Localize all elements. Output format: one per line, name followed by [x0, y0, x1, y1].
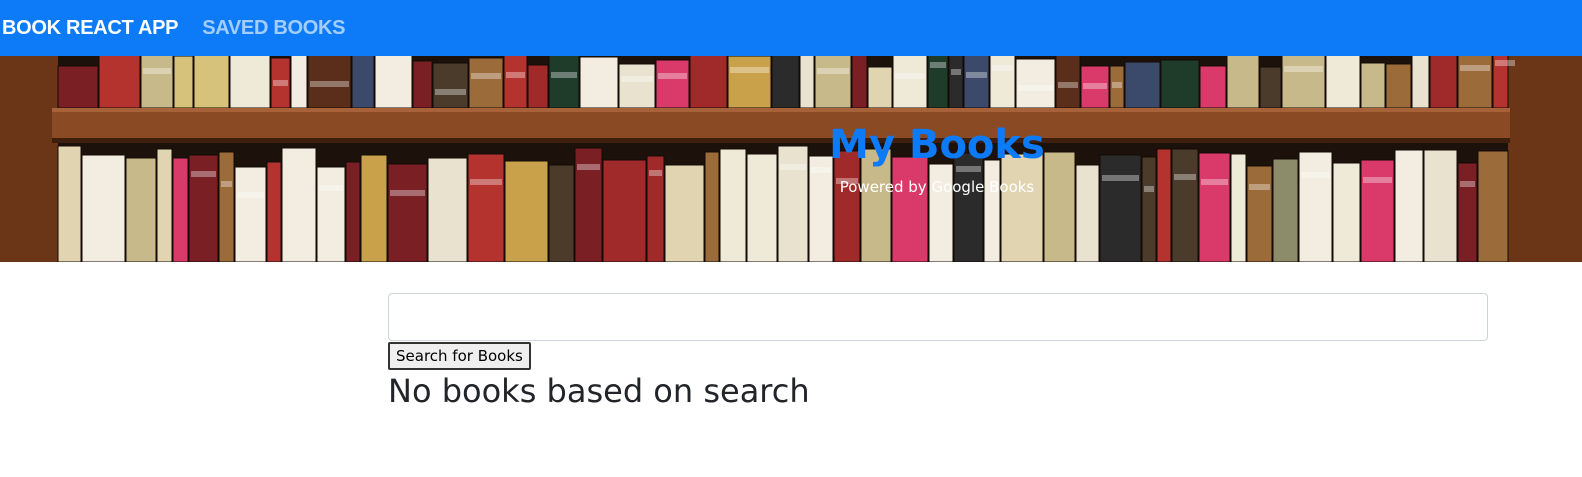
- saved-books-link[interactable]: SAVED BOOKS: [202, 17, 345, 40]
- navbar: BOOK REACT APP SAVED BOOKS: [0, 0, 1582, 56]
- search-input[interactable]: [388, 293, 1488, 341]
- brand-link[interactable]: BOOK REACT APP: [2, 17, 178, 40]
- hero-title: My Books: [829, 122, 1045, 168]
- hero-subtitle: Powered by Google Books: [839, 178, 1035, 196]
- no-results-message: No books based on search: [388, 372, 810, 410]
- search-button[interactable]: Search for Books: [388, 342, 531, 370]
- hero-banner: My Books Powered by Google Books: [0, 56, 1582, 262]
